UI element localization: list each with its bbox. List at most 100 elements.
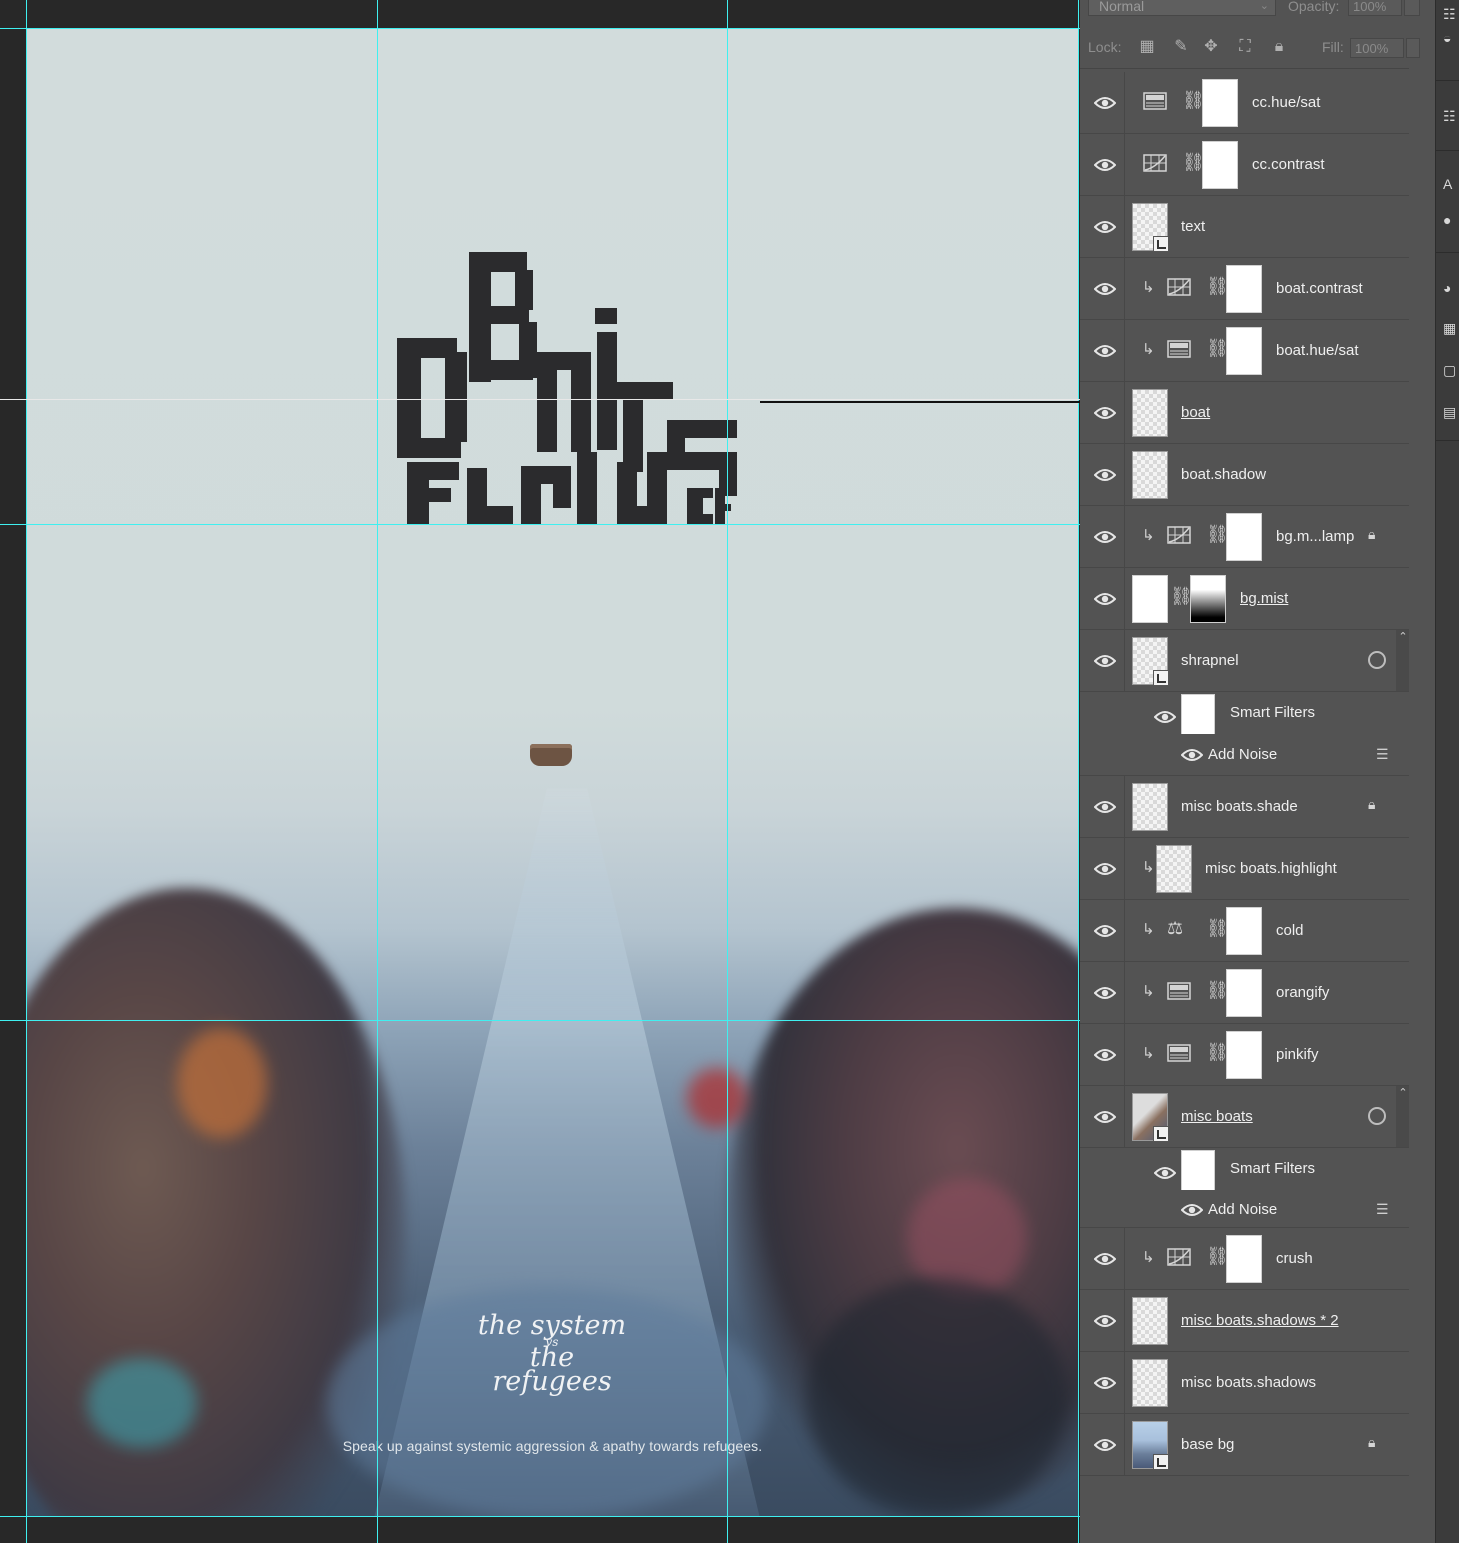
- filter-options-icon[interactable]: ☰: [1376, 746, 1394, 762]
- lock-all-icon[interactable]: 🔒︎: [1270, 38, 1288, 56]
- layer-thumbnail[interactable]: [1132, 783, 1168, 831]
- lock-artboard-icon[interactable]: ⛶: [1236, 38, 1254, 56]
- layer-mask-thumbnail[interactable]: [1226, 327, 1262, 375]
- layer-name[interactable]: cc.contrast: [1252, 156, 1325, 173]
- layer-name[interactable]: boat.contrast: [1276, 280, 1363, 297]
- layer-thumbnail[interactable]: [1132, 1421, 1169, 1470]
- layer-name[interactable]: orangify: [1276, 984, 1329, 1001]
- opacity-dropdown[interactable]: [1404, 0, 1420, 16]
- layer-row[interactable]: ↳ ⛓ orangify: [1080, 962, 1410, 1024]
- eye-icon[interactable]: [1094, 282, 1116, 296]
- blend-mode-select[interactable]: Normal ⌄: [1088, 0, 1276, 16]
- eye-icon[interactable]: [1094, 530, 1116, 544]
- layers-icon[interactable]: ▢: [1443, 362, 1459, 380]
- layer-name[interactable]: misc boats.highlight: [1205, 860, 1337, 877]
- title-lettering[interactable]: [397, 252, 737, 524]
- character-icon[interactable]: A: [1443, 176, 1459, 194]
- layer-name[interactable]: shrapnel: [1181, 652, 1239, 669]
- eye-icon[interactable]: [1094, 654, 1116, 668]
- fill-dropdown[interactable]: [1406, 38, 1420, 58]
- layer-mask-thumbnail[interactable]: [1202, 79, 1238, 127]
- lock-image-pixels-icon[interactable]: ✎: [1172, 38, 1190, 56]
- layer-row[interactable]: ⛓ cc.contrast: [1080, 134, 1410, 196]
- channels-icon[interactable]: ▤: [1443, 404, 1459, 422]
- color-icon[interactable]: ◕: [1443, 280, 1459, 298]
- filter-name[interactable]: Add Noise: [1208, 746, 1277, 763]
- paragraph-icon[interactable]: ☷: [1443, 108, 1459, 126]
- guide-vertical-4[interactable]: [1078, 0, 1079, 1543]
- eye-icon[interactable]: [1094, 96, 1116, 110]
- eye-icon[interactable]: [1094, 1048, 1116, 1062]
- layer-thumbnail[interactable]: [1132, 1359, 1168, 1407]
- eye-icon[interactable]: [1094, 1376, 1116, 1390]
- layer-name[interactable]: misc boats: [1181, 1108, 1253, 1125]
- layer-row[interactable]: boat.shadow: [1080, 444, 1410, 506]
- eye-icon[interactable]: [1094, 592, 1116, 606]
- layer-thumbnail[interactable]: [1132, 637, 1169, 686]
- layer-thumbnail[interactable]: [1156, 845, 1192, 893]
- layer-thumbnail[interactable]: [1132, 203, 1169, 252]
- guide-vertical-1[interactable]: [26, 0, 27, 1543]
- layer-row[interactable]: ⛓ cc.hue/sat: [1080, 72, 1410, 134]
- smart-filter-icon[interactable]: [1368, 1107, 1386, 1125]
- layer-name[interactable]: pinkify: [1276, 1046, 1319, 1063]
- layer-name[interactable]: misc boats.shade: [1181, 798, 1298, 815]
- layer-name[interactable]: crush: [1276, 1250, 1313, 1267]
- layer-thumbnail[interactable]: [1132, 1297, 1168, 1345]
- fill-field[interactable]: 100%: [1350, 38, 1404, 58]
- layer-mask-thumbnail[interactable]: [1202, 141, 1238, 189]
- layer-mask-thumbnail[interactable]: [1190, 575, 1226, 623]
- layer-row[interactable]: misc boats.shadows * 2: [1080, 1290, 1410, 1352]
- layer-row[interactable]: ↳ ⛓ bg.m...lamp 🔒︎: [1080, 506, 1410, 568]
- layer-row[interactable]: base bg 🔒︎: [1080, 1414, 1410, 1476]
- guide-horizontal-1[interactable]: [0, 28, 1080, 29]
- layer-row[interactable]: boat: [1080, 382, 1410, 444]
- smart-filters-group[interactable]: Smart Filters: [1080, 1148, 1410, 1198]
- collapse-arrow-icon[interactable]: ⌃: [1396, 630, 1410, 691]
- smart-filters-group[interactable]: Smart Filters: [1080, 692, 1410, 742]
- eye-icon[interactable]: [1094, 1438, 1116, 1452]
- layer-name[interactable]: misc boats.shadows: [1181, 1374, 1316, 1391]
- layer-name[interactable]: cold: [1276, 922, 1304, 939]
- lock-position-icon[interactable]: ✥: [1202, 38, 1220, 56]
- layer-row[interactable]: ⛓ bg.mist: [1080, 568, 1410, 630]
- guide-horizontal-3[interactable]: [0, 1020, 1080, 1021]
- layer-mask-thumbnail[interactable]: [1226, 1031, 1262, 1079]
- layer-row[interactable]: ↳ ⛓ crush: [1080, 1228, 1410, 1290]
- eye-icon[interactable]: [1094, 800, 1116, 814]
- guide-horizontal-4[interactable]: [0, 1516, 1080, 1517]
- eye-icon[interactable]: [1154, 710, 1176, 724]
- layer-mask-thumbnail[interactable]: [1226, 265, 1262, 313]
- layer-mask-thumbnail[interactable]: [1226, 513, 1262, 561]
- glyphs-icon[interactable]: ●: [1443, 212, 1459, 230]
- opacity-field[interactable]: 100%: [1348, 0, 1402, 16]
- history-icon[interactable]: ☷: [1443, 6, 1459, 24]
- smart-filters-label[interactable]: Smart Filters: [1230, 704, 1315, 721]
- layer-thumbnail[interactable]: [1132, 389, 1168, 437]
- layer-name[interactable]: cc.hue/sat: [1252, 94, 1320, 111]
- filter-row[interactable]: Add Noise ☰: [1080, 734, 1410, 776]
- layer-row[interactable]: ↳ ⛓ boat.contrast: [1080, 258, 1410, 320]
- eye-icon[interactable]: [1094, 924, 1116, 938]
- layer-name[interactable]: boat.hue/sat: [1276, 342, 1359, 359]
- eye-icon[interactable]: [1094, 468, 1116, 482]
- layer-thumbnail[interactable]: [1132, 575, 1168, 623]
- layer-thumbnail[interactable]: [1132, 451, 1168, 499]
- guide-horizontal-2[interactable]: [0, 524, 1080, 525]
- layer-name[interactable]: text: [1181, 218, 1205, 235]
- layer-name[interactable]: boat: [1181, 404, 1210, 421]
- eye-icon[interactable]: [1094, 406, 1116, 420]
- boat-image[interactable]: [530, 744, 572, 766]
- layer-row[interactable]: ↳ ⚖ ⛓ cold: [1080, 900, 1410, 962]
- layer-row[interactable]: ↳ misc boats.highlight: [1080, 838, 1410, 900]
- layer-row[interactable]: ↳ ⛓ pinkify: [1080, 1024, 1410, 1086]
- filter-row[interactable]: Add Noise ☰: [1080, 1190, 1410, 1228]
- eye-icon[interactable]: [1094, 158, 1116, 172]
- eye-icon[interactable]: [1154, 1166, 1176, 1180]
- eye-icon[interactable]: [1181, 1203, 1203, 1217]
- filter-name[interactable]: Add Noise: [1208, 1201, 1277, 1218]
- eye-icon[interactable]: [1094, 344, 1116, 358]
- layer-name[interactable]: misc boats.shadows * 2: [1181, 1312, 1339, 1329]
- eye-icon[interactable]: [1094, 1110, 1116, 1124]
- layer-row[interactable]: ↳ ⛓ boat.hue/sat: [1080, 320, 1410, 382]
